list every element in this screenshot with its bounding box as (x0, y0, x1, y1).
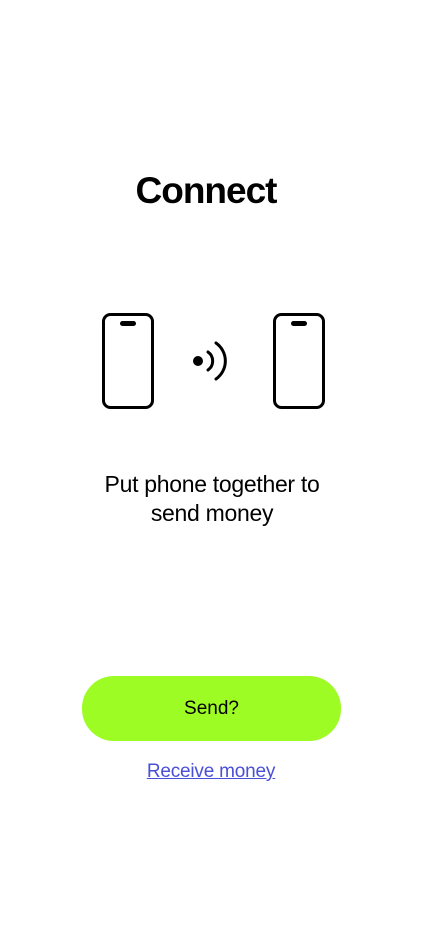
smartphone-icon (273, 313, 325, 409)
instruction-line-2: send money (150, 500, 274, 526)
instruction-text: Put phone together to send money (0, 470, 424, 528)
instruction-line-1: Put phone together to (104, 471, 320, 497)
page-title: Connect (135, 170, 278, 211)
receive-money-link[interactable]: Receive money (0, 761, 422, 783)
contactless-signal-icon (193, 341, 227, 381)
smartphone-icon (102, 313, 154, 409)
send-button[interactable]: Send? (82, 676, 341, 741)
